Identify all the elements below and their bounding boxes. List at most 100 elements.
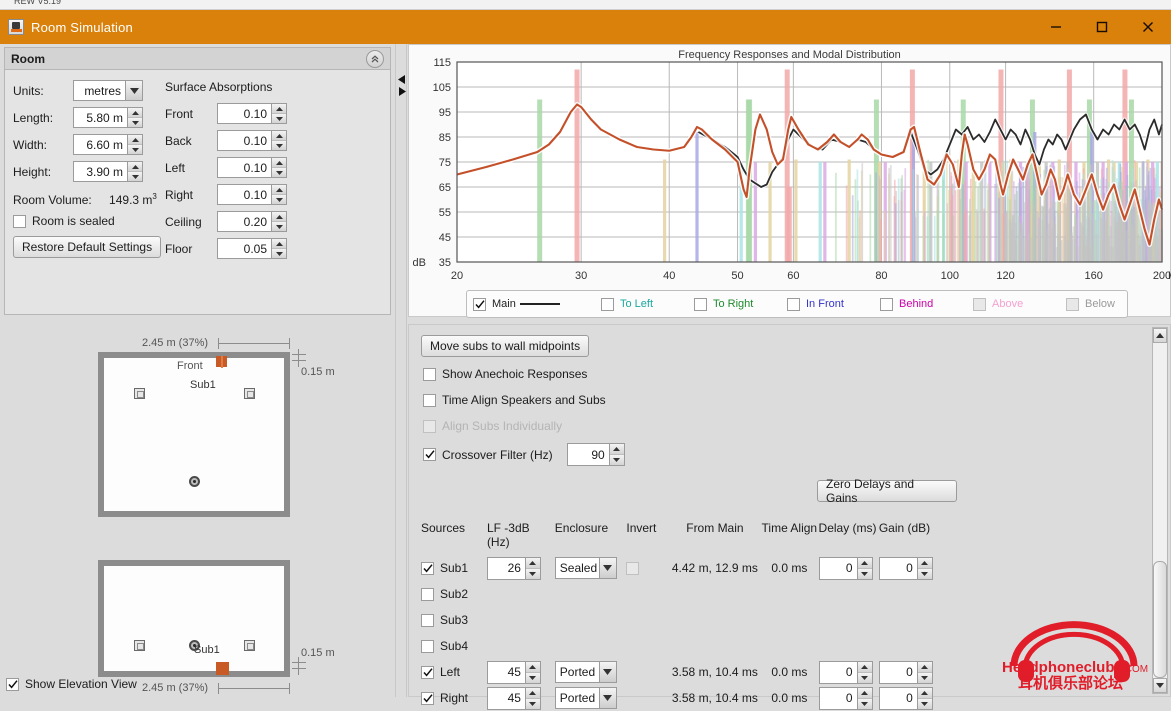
spin-up-icon[interactable]	[272, 239, 286, 249]
spin-down-icon[interactable]	[857, 672, 872, 683]
crossover-filter-row[interactable]: Crossover Filter (Hz) 90	[423, 443, 625, 466]
lf-right-spin-buttons[interactable]	[524, 687, 540, 709]
legend-item-in-front[interactable]: In Front	[787, 297, 880, 311]
legend-checkbox-to-left[interactable]	[601, 297, 614, 311]
spin-up-icon[interactable]	[525, 557, 540, 569]
delay-sub1-spin-buttons[interactable]	[856, 557, 872, 579]
show-anechoic-checkbox[interactable]	[423, 367, 436, 381]
spin-down-icon[interactable]	[272, 222, 286, 231]
crossover-frequency-stepper[interactable]: 90	[566, 443, 625, 466]
move-subs-to-wall-midpoints-button[interactable]: Move subs to wall midpoints	[421, 335, 590, 357]
gain-sub1-spin-buttons[interactable]	[916, 557, 932, 579]
spin-down-icon[interactable]	[857, 568, 872, 579]
delay-right-stepper[interactable]: 0	[818, 686, 873, 710]
show-elevation-view-row[interactable]: Show Elevation View	[6, 677, 137, 691]
source-checkbox[interactable]	[421, 587, 434, 601]
spin-down-icon[interactable]	[128, 145, 142, 154]
legend-item-to-left[interactable]: To Left	[601, 297, 694, 311]
source-checkbox-row-sub1[interactable]: Sub1	[421, 561, 487, 575]
plan-right-speaker-marker[interactable]	[244, 388, 255, 399]
absorption-spin-right[interactable]	[271, 185, 286, 204]
plan-sub1-marker[interactable]	[216, 356, 227, 368]
elevation-right-speaker-marker[interactable]	[244, 640, 255, 651]
absorption-spin-left[interactable]	[271, 158, 286, 177]
spin-up-icon[interactable]	[128, 162, 142, 172]
spin-down-icon[interactable]	[272, 168, 286, 177]
source-checkbox-row-left[interactable]: Left	[421, 665, 487, 679]
time-align-row[interactable]: Time Align Speakers and Subs	[423, 393, 606, 407]
units-select[interactable]: metres	[73, 80, 143, 101]
elevation-room-outline[interactable]	[98, 560, 290, 677]
plan-view[interactable]: 2.45 m (37%) Front Sub1 0.15 m	[0, 294, 395, 517]
height-spin-buttons[interactable]	[127, 162, 142, 181]
gain-sub1-stepper[interactable]: 0	[878, 556, 933, 580]
width-stepper[interactable]: 6.60 m	[73, 134, 143, 155]
lf-left-stepper[interactable]: 45	[486, 660, 541, 684]
delay-left-spin-buttons[interactable]	[856, 661, 872, 683]
source-checkbox[interactable]	[421, 691, 434, 705]
zero-delays-and-gains-button[interactable]: Zero Delays and Gains	[817, 477, 957, 505]
spin-up-icon[interactable]	[272, 131, 286, 141]
panel-splitter[interactable]	[395, 44, 407, 697]
absorption-spin-ceiling[interactable]	[271, 212, 286, 231]
plan-room-outline[interactable]	[98, 352, 290, 517]
scroll-up-button[interactable]	[1153, 328, 1167, 343]
spin-up-icon[interactable]	[272, 158, 286, 168]
source-checkbox-row-right[interactable]: Right	[421, 691, 487, 705]
lf-right-stepper[interactable]: 45	[486, 686, 541, 710]
spin-down-icon[interactable]	[272, 141, 286, 150]
spin-up-icon[interactable]	[272, 185, 286, 195]
spin-down-icon[interactable]	[525, 568, 540, 579]
spin-down-icon[interactable]	[272, 114, 286, 123]
chevron-double-up-icon[interactable]	[366, 50, 384, 68]
spin-down-icon[interactable]	[917, 568, 932, 579]
spin-down-icon[interactable]	[272, 249, 286, 258]
spin-up-icon[interactable]	[128, 135, 142, 145]
delay-sub1-stepper[interactable]: 0	[818, 556, 873, 580]
spin-down-icon[interactable]	[917, 698, 932, 709]
gain-right-spin-buttons[interactable]	[916, 687, 932, 709]
elevation-sub1-marker[interactable]	[216, 662, 229, 675]
legend-item-main[interactable]: Main	[473, 297, 601, 311]
invert-checkbox-sub1[interactable]	[626, 561, 640, 575]
frequency-response-chart[interactable]: Frequency Responses and Modal Distributi…	[408, 44, 1171, 318]
source-checkbox[interactable]	[421, 613, 434, 627]
spin-up-icon[interactable]	[609, 444, 624, 455]
restore-default-settings-button[interactable]: Restore Default Settings	[13, 236, 162, 258]
absorption-stepper-back[interactable]: 0.10	[217, 130, 287, 151]
spin-up-icon[interactable]	[525, 661, 540, 673]
spin-up-icon[interactable]	[857, 557, 872, 569]
absorption-stepper-right[interactable]: 0.10	[217, 184, 287, 205]
absorption-stepper-front[interactable]: 0.10	[217, 103, 287, 124]
spin-up-icon[interactable]	[857, 661, 872, 673]
spin-down-icon[interactable]	[609, 455, 624, 465]
splitter-collapse-arrows[interactable]	[397, 74, 407, 101]
legend-item-behind[interactable]: Behind	[880, 297, 973, 311]
source-checkbox[interactable]	[421, 639, 434, 653]
minimize-button[interactable]	[1033, 10, 1079, 44]
crossover-spin-buttons[interactable]	[608, 444, 624, 465]
spin-down-icon[interactable]	[128, 172, 142, 181]
source-checkbox-row-sub3[interactable]: Sub3	[421, 613, 487, 627]
spin-down-icon[interactable]	[272, 195, 286, 204]
absorption-spin-floor[interactable]	[271, 239, 286, 258]
spin-up-icon[interactable]	[272, 104, 286, 114]
legend-checkbox-behind[interactable]	[880, 297, 893, 311]
absorption-stepper-floor[interactable]: 0.05	[217, 238, 287, 259]
length-spin-buttons[interactable]	[127, 108, 142, 127]
spin-down-icon[interactable]	[917, 672, 932, 683]
enclosure-select-sub1[interactable]: Sealed	[554, 557, 617, 579]
source-checkbox-row-sub4[interactable]: Sub4	[421, 639, 487, 653]
absorption-spin-front[interactable]	[271, 104, 286, 123]
spin-down-icon[interactable]	[525, 698, 540, 709]
lf-left-spin-buttons[interactable]	[524, 661, 540, 683]
legend-item-to-right[interactable]: To Right	[694, 297, 787, 311]
legend-checkbox-to-right[interactable]	[694, 297, 707, 311]
chart-legend[interactable]: Main To Left To Right In Front Behind Ab…	[466, 290, 1128, 318]
chart-canvas[interactable]: 35455565758595105115dB20 30 40 50 60 80 100 120…	[409, 45, 1171, 290]
gain-left-stepper[interactable]: 0	[878, 660, 933, 684]
source-checkbox[interactable]	[421, 665, 434, 679]
enclosure-select-right[interactable]: Ported	[554, 687, 617, 709]
maximize-button[interactable]	[1079, 10, 1125, 44]
spin-up-icon[interactable]	[272, 212, 286, 222]
